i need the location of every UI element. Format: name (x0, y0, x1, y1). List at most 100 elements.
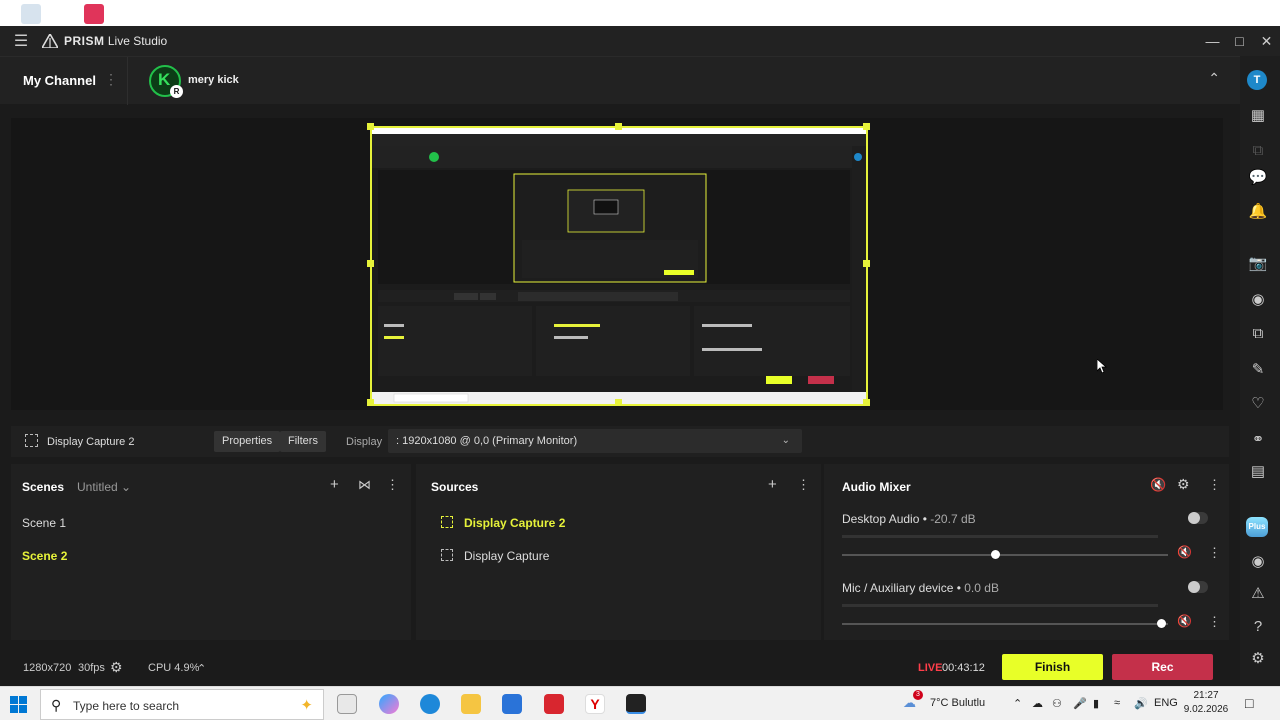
chevron-up-icon[interactable]: ⌃ (197, 662, 206, 675)
taskbar-search-box[interactable]: ⚲ Type here to search ✦ (40, 689, 324, 720)
chevron-up-icon[interactable]: ⌃ (1208, 70, 1220, 87)
virtual-background-icon[interactable]: ◉ (1248, 290, 1268, 310)
popout-icon[interactable]: ⧉ (1248, 141, 1268, 161)
audio-channel-name: Desktop Audio • -20.7 dB (842, 512, 976, 526)
chat-icon[interactable]: 💬 (1248, 168, 1268, 188)
resize-handle[interactable] (863, 123, 870, 130)
platform-badge-icon: R (170, 85, 183, 98)
yandex-browser-icon[interactable]: Y (585, 694, 605, 714)
scene-item-selected[interactable]: Scene 2 (22, 549, 67, 563)
bell-icon[interactable]: 🔔 (1248, 202, 1268, 222)
taskbar-clock[interactable]: 21:27 9.02.2026 (1183, 689, 1229, 717)
resize-handle[interactable] (863, 399, 870, 406)
sticker-icon[interactable]: ⚭ (1248, 430, 1268, 450)
edge-icon[interactable] (420, 694, 440, 714)
my-channel-label[interactable]: My Channel (23, 73, 96, 88)
resize-handle[interactable] (863, 260, 870, 267)
audio-mixer-title: Audio Mixer (842, 480, 911, 494)
display-capture-icon (25, 434, 38, 447)
drawing-icon[interactable]: ✎ (1248, 360, 1268, 380)
audio-toggle[interactable] (1188, 512, 1208, 524)
audio-toggle[interactable] (1188, 581, 1208, 593)
channel-avatar[interactable]: K R (149, 65, 183, 98)
mic-icon[interactable]: 🎤 (1073, 697, 1087, 710)
mute-all-icon[interactable]: 🔇 (1150, 477, 1166, 493)
battery-icon[interactable]: ▮ (1093, 697, 1099, 710)
recycle-bin-icon[interactable] (21, 4, 41, 24)
properties-button[interactable]: Properties (214, 431, 281, 452)
copilot-icon[interactable] (379, 694, 399, 714)
task-view-icon[interactable] (337, 694, 357, 714)
volume-slider[interactable] (842, 550, 1168, 559)
heart-icon[interactable]: ♡ (1248, 394, 1268, 414)
source-item-selected[interactable]: Display Capture 2 (464, 516, 565, 530)
prism-logo-icon (42, 34, 58, 48)
user-avatar[interactable]: T (1247, 70, 1267, 90)
mute-icon[interactable]: 🔇 (1177, 614, 1192, 628)
channel-more-icon[interactable]: ⋮ (104, 71, 118, 88)
volume-icon[interactable]: 🔊 (1134, 697, 1148, 710)
copy-icon[interactable]: ⧉ (1248, 324, 1268, 344)
notification-icon[interactable]: □ (1245, 695, 1253, 711)
resize-handle[interactable] (367, 260, 374, 267)
wps-office-icon[interactable] (544, 694, 564, 714)
banner-icon[interactable]: ▤ (1248, 462, 1268, 482)
volume-slider-knob[interactable] (1157, 619, 1167, 628)
windows-start-icon[interactable] (10, 696, 27, 713)
audio-more-icon[interactable]: ⋮ (1208, 477, 1221, 493)
filters-button[interactable]: Filters (280, 431, 326, 452)
mute-icon[interactable]: 🔇 (1177, 545, 1192, 559)
cpu-text: CPU 4.9% (148, 662, 200, 674)
cloud-icon[interactable]: ☁ (1032, 697, 1043, 710)
scenes-title: Scenes (22, 480, 65, 494)
source-item[interactable]: Display Capture (464, 549, 549, 563)
audio-channel-name: Mic / Auxiliary device • 0.0 dB (842, 581, 999, 595)
sources-more-icon[interactable]: ⋮ (797, 477, 810, 493)
app-title: PRISM Live Studio (64, 34, 168, 48)
desktop-strip (0, 0, 1280, 26)
scene-collection-dropdown[interactable]: Untitled ⌄ (77, 480, 131, 494)
rec-button[interactable]: Rec (1112, 654, 1213, 680)
tray-chevron-icon[interactable]: ⌃ (1013, 697, 1022, 710)
channel-more-icon[interactable]: ⋮ (1208, 614, 1221, 630)
resize-handle[interactable] (615, 123, 622, 130)
channel-more-icon[interactable]: ⋮ (1208, 545, 1221, 561)
add-scene-icon[interactable]: + (330, 476, 339, 493)
close-button[interactable]: ✕ (1253, 26, 1280, 56)
scene-item[interactable]: Scene 1 (22, 516, 66, 530)
hamburger-menu-icon[interactable]: ☰ (0, 31, 42, 51)
scenes-more-icon[interactable]: ⋮ (386, 477, 399, 493)
game-controller-icon[interactable]: ◉ (1248, 552, 1268, 572)
add-source-icon[interactable]: + (768, 476, 777, 493)
maximize-button[interactable]: □ (1226, 26, 1253, 56)
volume-slider-knob[interactable] (991, 550, 1001, 559)
wifi-icon[interactable]: ≈ (1114, 697, 1120, 709)
sparkle-icon: ✦ (300, 697, 313, 714)
resize-handle[interactable] (367, 123, 374, 130)
resize-handle[interactable] (367, 399, 374, 406)
finish-button[interactable]: Finish (1002, 654, 1103, 680)
usb-icon[interactable]: ⚇ (1052, 697, 1062, 710)
layout-icon[interactable]: ▦ (1248, 106, 1268, 126)
preview-source-display-capture[interactable] (370, 126, 868, 406)
desktop-app-icon[interactable] (84, 4, 104, 24)
fps-text: 30fps (78, 662, 105, 674)
language-indicator[interactable]: ENG (1154, 697, 1178, 709)
alert-icon[interactable]: ⚠ (1248, 584, 1268, 604)
plus-badge[interactable]: Plus (1246, 517, 1268, 537)
settings-gear-icon[interactable]: ⚙ (110, 659, 123, 676)
file-explorer-icon[interactable] (461, 694, 481, 714)
prism-taskbar-icon[interactable] (626, 694, 646, 714)
gear-icon[interactable]: ⚙ (1177, 476, 1190, 493)
help-icon[interactable]: ? (1248, 617, 1268, 637)
weather-text[interactable]: 7°C Bulutlu (930, 697, 985, 709)
minimize-button[interactable]: — (1199, 26, 1226, 56)
transition-icon[interactable]: ⋈ (358, 477, 371, 493)
settings-gear-icon[interactable]: ⚙ (1248, 649, 1268, 669)
outlook-icon[interactable] (502, 694, 522, 714)
volume-slider[interactable] (842, 619, 1168, 628)
resize-handle[interactable] (615, 399, 622, 406)
display-capture-icon (441, 516, 453, 528)
camera-icon[interactable]: 📷 (1248, 254, 1268, 274)
display-select[interactable]: : 1920x1080 @ 0,0 (Primary Monitor) ⌄ (388, 429, 802, 453)
